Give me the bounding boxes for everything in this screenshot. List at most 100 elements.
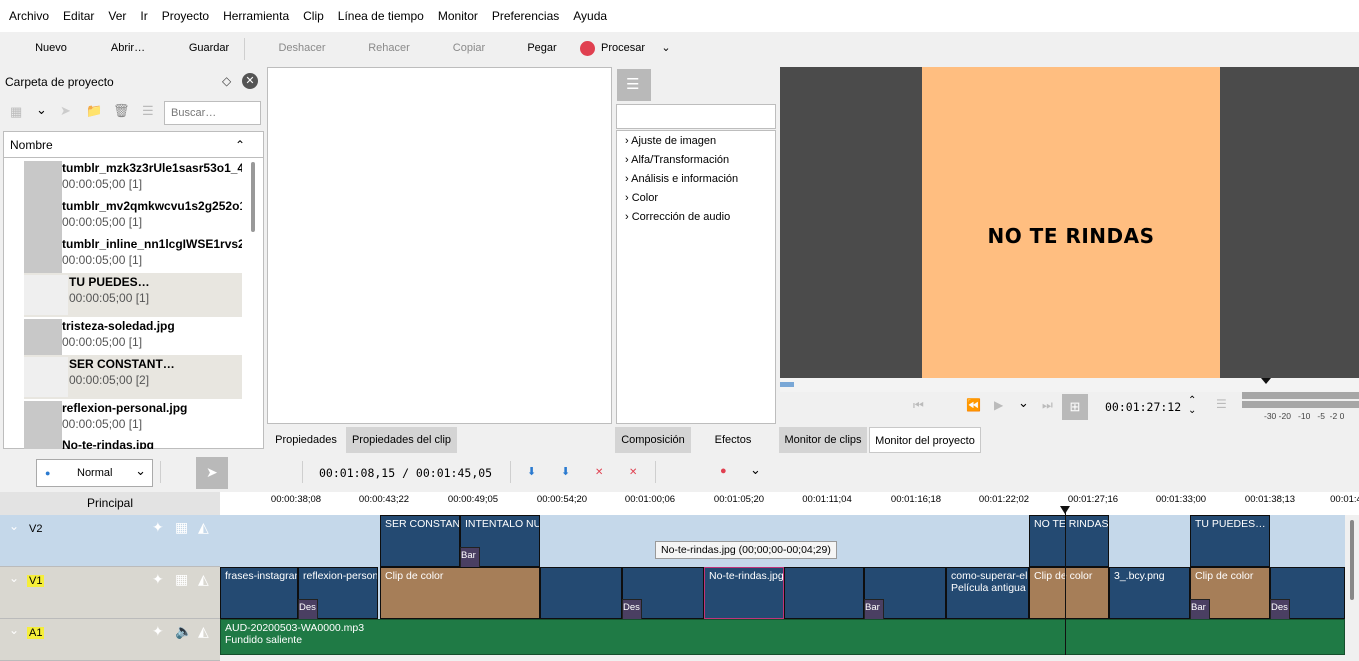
bin-item[interactable]: No-te-rindas.jpg xyxy=(24,436,242,449)
lock-icon[interactable]: ◭ xyxy=(198,571,209,588)
menu-editar[interactable]: Editar xyxy=(56,0,101,32)
timeline-clip[interactable]: como-superar-el Película antigua xyxy=(946,567,1029,619)
timeline-timecode[interactable]: 00:01:08,15 / 00:01:45,05 xyxy=(319,466,492,480)
open-button[interactable]: Abrir… xyxy=(104,32,152,64)
menu-icon[interactable]: ☰ xyxy=(1216,397,1227,411)
timeline-clip[interactable]: TU PUEDES… xyxy=(1190,515,1270,567)
menu-clip[interactable]: Clip xyxy=(296,0,331,32)
menu-ir[interactable]: Ir xyxy=(133,0,154,32)
bin-scrollbar[interactable] xyxy=(251,162,255,232)
chevron-down-icon[interactable]: ⌄ xyxy=(1018,395,1029,411)
edit-mode-select[interactable]: ● Normal ⌄ xyxy=(36,459,153,487)
tab-composicion[interactable]: Composición xyxy=(615,427,691,453)
chevron-down-icon[interactable]: ⌄ xyxy=(750,462,761,478)
paste-button[interactable]: Pegar xyxy=(522,32,562,64)
track-header-a1[interactable]: ⌄ A1 ✦ 🔈 ◭ xyxy=(0,619,220,661)
lock-icon[interactable]: ◭ xyxy=(198,519,209,536)
timeline-clip[interactable]: SER CONSTANT… xyxy=(380,515,460,567)
timeline-scrollbar[interactable] xyxy=(1350,520,1354,600)
bin-column-header[interactable]: Nombre ⌃ xyxy=(4,132,263,158)
tab-propiedades[interactable]: Propiedades xyxy=(268,427,344,453)
audio-clip[interactable]: AUD-20200503-WA0000.mp3 Fundido saliente xyxy=(220,619,1345,655)
effect-wand-icon[interactable]: ✦ xyxy=(152,623,164,640)
menu-icon[interactable]: ☰ xyxy=(142,103,154,119)
track-header-v1[interactable]: ⌄ V1 ✦ ▦ ◭ xyxy=(0,567,220,619)
chevron-down-icon[interactable]: ⌄ xyxy=(36,102,47,118)
bin-item[interactable]: reflexion-personal.jpg 00:00:05;00 [1] xyxy=(24,399,242,441)
monitor-timecode[interactable]: 00:01:27:12 xyxy=(1105,400,1181,414)
bin-item[interactable]: tumblr_inline_nn1lcgIWSE1rvs2iy 00:00:05… xyxy=(24,235,242,277)
timeline-clip[interactable]: 3_.bcy.png xyxy=(1109,567,1190,619)
hide-track-icon[interactable]: ▦ xyxy=(175,571,188,588)
menu-proyecto[interactable]: Proyecto xyxy=(155,0,216,32)
timeline-clip[interactable] xyxy=(540,567,622,619)
timeline-playhead[interactable] xyxy=(1065,507,1066,655)
bin-item[interactable]: SER CONSTANT… 00:00:05;00 [2] xyxy=(24,355,242,399)
track-v1[interactable]: frases-instagram reflexion-persona Clip … xyxy=(220,567,1345,631)
menu-archivo[interactable]: Archivo xyxy=(2,0,56,32)
insert-icon[interactable]: ⬇ xyxy=(527,465,536,478)
timeline-clip[interactable]: Clip de color xyxy=(1029,567,1109,619)
effects-view-button[interactable]: ☰ xyxy=(617,69,651,101)
copy-button[interactable]: Copiar xyxy=(448,32,490,64)
bin-search-input[interactable]: Buscar… xyxy=(164,101,261,125)
bin-item[interactable]: tristeza-soledad.jpg 00:00:05;00 [1] xyxy=(24,317,242,359)
new-button[interactable]: Nuevo xyxy=(28,32,74,64)
bin-item[interactable]: TU PUEDES… 00:00:05;00 [1] xyxy=(24,273,242,317)
timeline-clip[interactable] xyxy=(784,567,864,619)
tab-propiedades-del-clip[interactable]: Propiedades del clip xyxy=(346,427,457,453)
undo-button[interactable]: Deshacer xyxy=(274,32,330,64)
menu-ayuda[interactable]: Ayuda xyxy=(566,0,614,32)
effect-wand-icon[interactable]: ✦ xyxy=(152,519,164,536)
add-clip-icon[interactable]: ➤ xyxy=(60,103,71,119)
tab-monitor-del-proyecto[interactable]: Monitor del proyecto xyxy=(869,427,981,453)
chevron-down-icon[interactable]: ⌄ xyxy=(658,32,674,64)
overwrite-icon[interactable]: ⬇ xyxy=(561,465,570,478)
menu-linea-de-tiempo[interactable]: Línea de tiempo xyxy=(331,0,431,32)
marker-icon[interactable]: ● xyxy=(720,465,727,477)
extract-icon[interactable]: ✕ xyxy=(629,467,637,478)
effect-category[interactable]: › Color xyxy=(625,189,658,208)
menu-herramienta[interactable]: Herramienta xyxy=(216,0,296,32)
selection-tool-button[interactable]: ➤ xyxy=(196,457,228,489)
collapse-icon[interactable]: ⌄ xyxy=(9,623,19,637)
speaker-icon[interactable]: 🔈 xyxy=(175,623,192,640)
timeline-clip[interactable]: Clip de color xyxy=(380,567,540,619)
monitor-ruler[interactable] xyxy=(780,378,1359,392)
save-button[interactable]: Guardar xyxy=(183,32,235,64)
project-monitor[interactable]: NO TE RINDAS xyxy=(780,67,1359,378)
rewind-icon[interactable]: ⏪ xyxy=(966,398,981,412)
menu-ver[interactable]: Ver xyxy=(101,0,133,32)
collapse-icon[interactable]: ⌄ xyxy=(9,519,19,533)
crop-icon[interactable]: ⊞ xyxy=(1062,394,1088,420)
float-icon[interactable]: ◇ xyxy=(222,74,231,88)
skip-start-icon[interactable]: ⏮ xyxy=(913,398,924,413)
redo-button[interactable]: Rehacer xyxy=(363,32,415,64)
timeline-clip-selected[interactable]: No-te-rindas.jpg xyxy=(704,567,784,619)
track-a1[interactable]: AUD-20200503-WA0000.mp3 Fundido saliente xyxy=(220,619,1345,655)
effect-category[interactable]: › Corrección de audio xyxy=(625,208,730,227)
effect-category[interactable]: › Análisis e información xyxy=(625,170,738,189)
timeline-clip[interactable]: frases-instagram xyxy=(220,567,298,619)
view-mode-icon[interactable]: ▦ xyxy=(10,104,22,120)
effects-search-input[interactable] xyxy=(616,104,776,129)
trash-icon[interactable]: 🗑 xyxy=(113,103,130,119)
tab-monitor-de-clips[interactable]: Monitor de clips xyxy=(779,427,867,453)
track-header-v2[interactable]: ⌄ V2 ✦ ▦ ◭ xyxy=(0,515,220,567)
effect-category[interactable]: › Ajuste de imagen xyxy=(625,132,716,151)
lock-icon[interactable]: ◭ xyxy=(198,623,209,640)
menu-preferencias[interactable]: Preferencias xyxy=(485,0,566,32)
render-button[interactable]: Procesar xyxy=(580,32,652,64)
skip-end-icon[interactable]: ⏭ xyxy=(1042,398,1053,413)
playhead-marker[interactable] xyxy=(1261,378,1271,384)
bin-item[interactable]: tumblr_mzk3z3rUle1sasr53o1_4 00:00:05;00… xyxy=(24,159,242,201)
play-icon[interactable]: ▶ xyxy=(994,398,1003,412)
lift-icon[interactable]: ✕ xyxy=(595,467,603,478)
timeline-clip[interactable]: NO TE RINDAS xyxy=(1029,515,1109,567)
menu-monitor[interactable]: Monitor xyxy=(431,0,485,32)
collapse-icon[interactable]: ⌄ xyxy=(9,571,19,585)
effect-wand-icon[interactable]: ✦ xyxy=(152,571,164,588)
folder-icon[interactable]: 📁 xyxy=(86,103,102,119)
bin-item[interactable]: tumblr_mv2qmkwcvu1s2g252o1 00:00:05;00 [… xyxy=(24,197,242,239)
timeline-ruler[interactable]: 00:00:38;08 00:00:43;22 00:00:49;05 00:0… xyxy=(220,492,1359,515)
